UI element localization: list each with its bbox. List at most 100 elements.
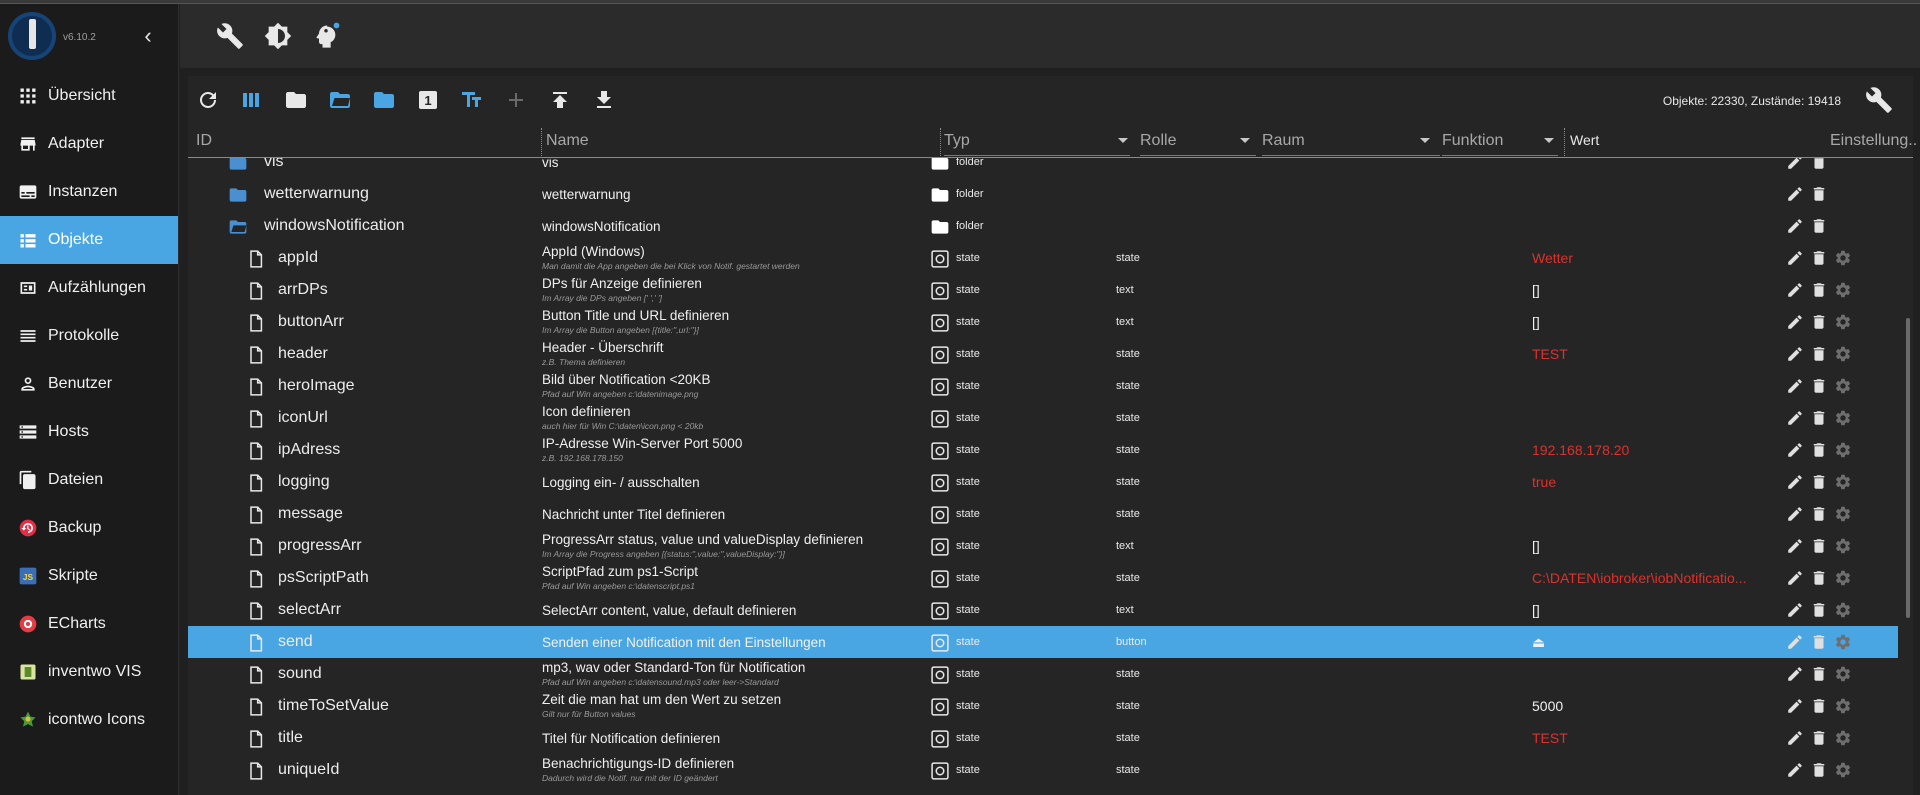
row-name[interactable]: Benachrichtigungs-ID definieren (542, 756, 937, 771)
delete-icon[interactable] (1810, 185, 1828, 203)
wrench-icon[interactable] (216, 22, 244, 50)
edit-icon[interactable] (1786, 185, 1804, 203)
row-id[interactable]: timeToSetValue (278, 697, 538, 715)
table-row[interactable]: selectArr SelectArr content, value, defau… (188, 594, 1898, 626)
delete-icon[interactable] (1810, 665, 1828, 683)
row-name[interactable]: ProgressArr status, value und valueDispl… (542, 532, 937, 547)
table-row[interactable]: uniqueId Benachrichtigungs-ID definieren D… (188, 754, 1898, 786)
delete-icon[interactable] (1810, 377, 1828, 395)
row-id[interactable]: heroImage (278, 377, 538, 395)
delete-icon[interactable] (1810, 345, 1828, 363)
edit-icon[interactable] (1786, 281, 1804, 299)
table-row[interactable]: message Nachricht unter Titel definieren s… (188, 498, 1898, 530)
settings-gear-icon[interactable] (1834, 377, 1852, 395)
row-id[interactable]: buttonArr (278, 313, 538, 331)
file-icon[interactable] (246, 601, 266, 621)
download-icon[interactable] (592, 88, 616, 112)
expert-mode-icon[interactable] (312, 22, 340, 50)
row-id[interactable]: send (278, 633, 538, 651)
delete-icon[interactable] (1810, 249, 1828, 267)
refresh-icon[interactable] (196, 88, 220, 112)
row-id[interactable]: wetterwarnung (264, 185, 538, 203)
row-name[interactable]: Titel für Notification definieren (542, 731, 937, 746)
edit-icon[interactable] (1786, 473, 1804, 491)
delete-icon[interactable] (1810, 313, 1828, 331)
row-value[interactable]: [] (1532, 282, 1540, 298)
table-row[interactable]: windowsNotification windowsNotification fo… (188, 210, 1898, 242)
delete-icon[interactable] (1810, 697, 1828, 715)
folder-open-icon[interactable] (228, 217, 248, 237)
sidebar-item-hosts[interactable]: Hosts (0, 408, 178, 456)
delete-icon[interactable] (1810, 537, 1828, 555)
row-value[interactable]: ⏏ (1532, 634, 1545, 651)
delete-icon[interactable] (1810, 601, 1828, 619)
file-icon[interactable] (246, 761, 266, 781)
settings-gear-icon[interactable] (1834, 665, 1852, 683)
column-rolle-filter[interactable]: Rolle (1140, 132, 1256, 156)
folder-expand-icon[interactable] (372, 88, 396, 112)
settings-gear-icon[interactable] (1834, 473, 1852, 491)
scrollbar-thumb[interactable] (1906, 318, 1910, 618)
row-name[interactable]: windowsNotification (542, 219, 937, 234)
column-einstellung-header[interactable]: Einstellung... (1830, 132, 1916, 156)
table-row[interactable]: sound mp3, wav oder Standard-Ton für Noti… (188, 658, 1898, 690)
row-id[interactable]: selectArr (278, 601, 538, 619)
table-row[interactable]: logging Logging ein- / ausschalten state st… (188, 466, 1898, 498)
delete-icon[interactable] (1810, 158, 1828, 171)
row-id[interactable]: sound (278, 665, 538, 683)
edit-icon[interactable] (1786, 505, 1804, 523)
row-value[interactable]: 5000 (1532, 698, 1563, 714)
table-row[interactable]: buttonArr Button Title und URL definieren… (188, 306, 1898, 338)
row-name[interactable]: ScriptPfad zum ps1-Script (542, 564, 937, 579)
file-icon[interactable] (246, 729, 266, 749)
edit-icon[interactable] (1786, 409, 1804, 427)
table-row[interactable]: wetterwarnung wetterwarnung folder (188, 178, 1898, 210)
delete-icon[interactable] (1810, 505, 1828, 523)
file-icon[interactable] (246, 409, 266, 429)
sidebar-item-protokolle[interactable]: Protokolle (0, 312, 178, 360)
collapse-sidebar-icon[interactable]: ‹ (138, 24, 158, 48)
settings-gear-icon[interactable] (1834, 441, 1852, 459)
sidebar-item-übersicht[interactable]: Übersicht (0, 72, 178, 120)
row-name[interactable]: vis (542, 158, 937, 170)
settings-gear-icon[interactable] (1834, 313, 1852, 331)
text-size-icon[interactable] (460, 88, 484, 112)
edit-icon[interactable] (1786, 729, 1804, 747)
settings-gear-icon[interactable] (1834, 697, 1852, 715)
edit-icon[interactable] (1786, 697, 1804, 715)
settings-wrench-icon[interactable] (1865, 86, 1893, 114)
row-value[interactable]: Wetter (1532, 250, 1573, 266)
edit-icon[interactable] (1786, 313, 1804, 331)
row-value[interactable]: C:\DATEN\iobroker\iobNotificatio... (1532, 570, 1746, 586)
row-id[interactable]: vis (264, 158, 538, 171)
edit-icon[interactable] (1786, 217, 1804, 235)
row-id[interactable]: uniqueId (278, 761, 538, 779)
edit-icon[interactable] (1786, 249, 1804, 267)
column-resizer[interactable] (940, 128, 941, 156)
settings-gear-icon[interactable] (1834, 601, 1852, 619)
table-row[interactable]: send Senden einer Notification mit den Ei… (188, 626, 1898, 658)
edit-icon[interactable] (1786, 569, 1804, 587)
delete-icon[interactable] (1810, 441, 1828, 459)
settings-gear-icon[interactable] (1834, 249, 1852, 267)
row-id[interactable]: arrDPs (278, 281, 538, 299)
table-row[interactable]: heroImage Bild über Notification <20KB Pfa… (188, 370, 1898, 402)
sidebar-item-inventwo-vis[interactable]: inventwo VIS (0, 648, 178, 696)
file-icon[interactable] (246, 569, 266, 589)
table-row[interactable]: title Titel für Notification definieren st… (188, 722, 1898, 754)
edit-icon[interactable] (1786, 377, 1804, 395)
row-id[interactable]: header (278, 345, 538, 363)
row-name[interactable]: Button Title und URL definieren (542, 308, 937, 323)
row-id[interactable]: windowsNotification (264, 217, 538, 235)
row-name[interactable]: Icon definieren (542, 404, 937, 419)
edit-icon[interactable] (1786, 665, 1804, 683)
table-row[interactable]: progressArr ProgressArr status, value und… (188, 530, 1898, 562)
delete-icon[interactable] (1810, 633, 1828, 651)
row-id[interactable]: appId (278, 249, 538, 267)
file-icon[interactable] (246, 313, 266, 333)
column-resizer[interactable] (1564, 128, 1565, 156)
table-row[interactable]: arrDPs DPs für Anzeige definieren Im Array… (188, 274, 1898, 306)
settings-gear-icon[interactable] (1834, 409, 1852, 427)
column-raum-filter[interactable]: Raum (1262, 132, 1440, 156)
delete-icon[interactable] (1810, 569, 1828, 587)
